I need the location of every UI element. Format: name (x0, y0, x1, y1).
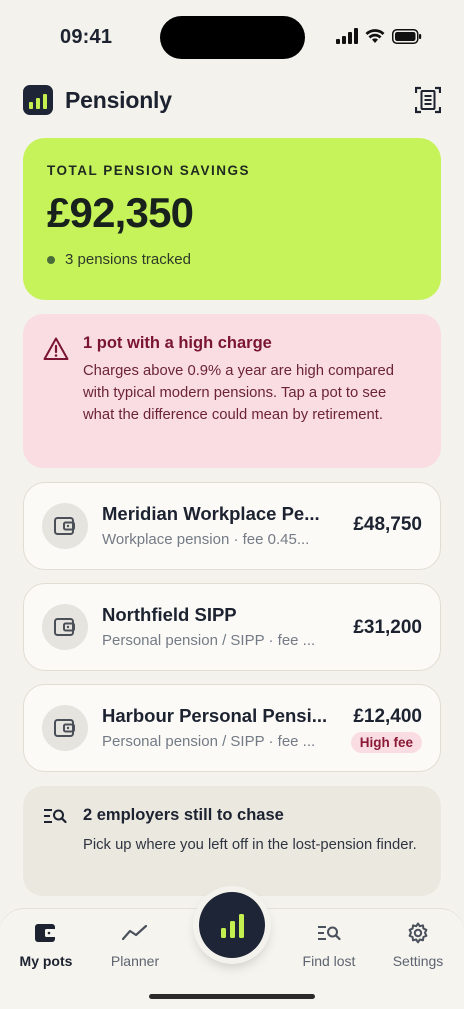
tab-label: Planner (110, 953, 160, 969)
alert-text: Charges above 0.9% a year are high compa… (83, 363, 394, 423)
bar-chart-icon (220, 928, 226, 938)
battery-icon (392, 28, 422, 44)
alert-title: 1 pot with a high charge (83, 334, 272, 352)
tab-planner[interactable]: Planner (89, 919, 181, 969)
pot-name: Meridian Workplace Pe... (102, 503, 320, 524)
tab-my-pots[interactable]: My pots (0, 919, 92, 969)
pot-amount: £31,200 (353, 617, 422, 638)
pensions-tracked-text: 3 pensions tracked (65, 251, 191, 268)
tab-find-lost[interactable]: Find lost (283, 919, 375, 969)
center-action-button[interactable] (199, 892, 265, 958)
pot-name: Harbour Personal Pensi... (102, 705, 328, 726)
pensions-tracked: 3 pensions tracked (47, 251, 417, 268)
pot-card[interactable]: Harbour Personal Pensi... Personal pensi… (23, 684, 441, 772)
pot-subtitle: Personal pension / SIPP · fee ... (102, 632, 316, 649)
pot-name: Northfield SIPP (102, 604, 237, 625)
trend-icon (122, 924, 148, 941)
pot-subtitle: Personal pension / SIPP · fee ... (102, 733, 316, 750)
app-logo-icon (23, 85, 53, 115)
pot-subtitle: Workplace pension · fee 0.45... (102, 531, 310, 548)
wallet-icon (42, 503, 88, 549)
pot-card[interactable]: Meridian Workplace Pe... Workplace pensi… (23, 482, 441, 570)
home-indicator (149, 994, 315, 999)
tab-label: Find lost (302, 953, 356, 969)
gear-icon (408, 922, 428, 944)
high-charge-alert[interactable]: 1 pot with a high charge Charges above 0… (23, 314, 441, 468)
signal-icon (336, 28, 358, 44)
chase-text: Pick up where you left off in the lost-p… (83, 837, 417, 853)
warning-triangle-icon (43, 337, 69, 360)
wallet-icon (42, 604, 88, 650)
high-fee-badge: High fee (350, 732, 422, 753)
status-bar: 09:41 (0, 0, 464, 76)
status-time: 09:41 (60, 26, 113, 48)
total-savings-amount: £92,350 (47, 189, 194, 236)
tab-label: My pots (19, 953, 73, 969)
scan-document-icon[interactable] (415, 86, 441, 114)
status-icons (336, 28, 422, 44)
wifi-icon (365, 29, 385, 43)
pot-amount: £12,400 (353, 706, 422, 727)
pot-card[interactable]: Northfield SIPP Personal pension / SIPP … (23, 583, 441, 671)
pot-amount: £48,750 (353, 514, 422, 535)
tab-settings[interactable]: Settings (372, 919, 464, 969)
total-savings-label: TOTAL PENSION SAVINGS (47, 163, 251, 178)
employers-to-chase-card[interactable]: 2 employers still to chase Pick up where… (23, 786, 441, 896)
search-list-icon (318, 926, 341, 941)
search-list-icon (44, 808, 67, 823)
total-savings-card: TOTAL PENSION SAVINGS £92,350 3 pensions… (23, 138, 441, 300)
app-header: Pensionly (23, 82, 441, 118)
tab-label: Settings (392, 953, 444, 969)
chase-title: 2 employers still to chase (83, 806, 284, 824)
wallet-icon (35, 924, 56, 942)
wallet-icon (42, 705, 88, 751)
status-dot-icon (47, 255, 55, 264)
app-name: Pensionly (65, 86, 172, 113)
dynamic-island (160, 16, 305, 59)
